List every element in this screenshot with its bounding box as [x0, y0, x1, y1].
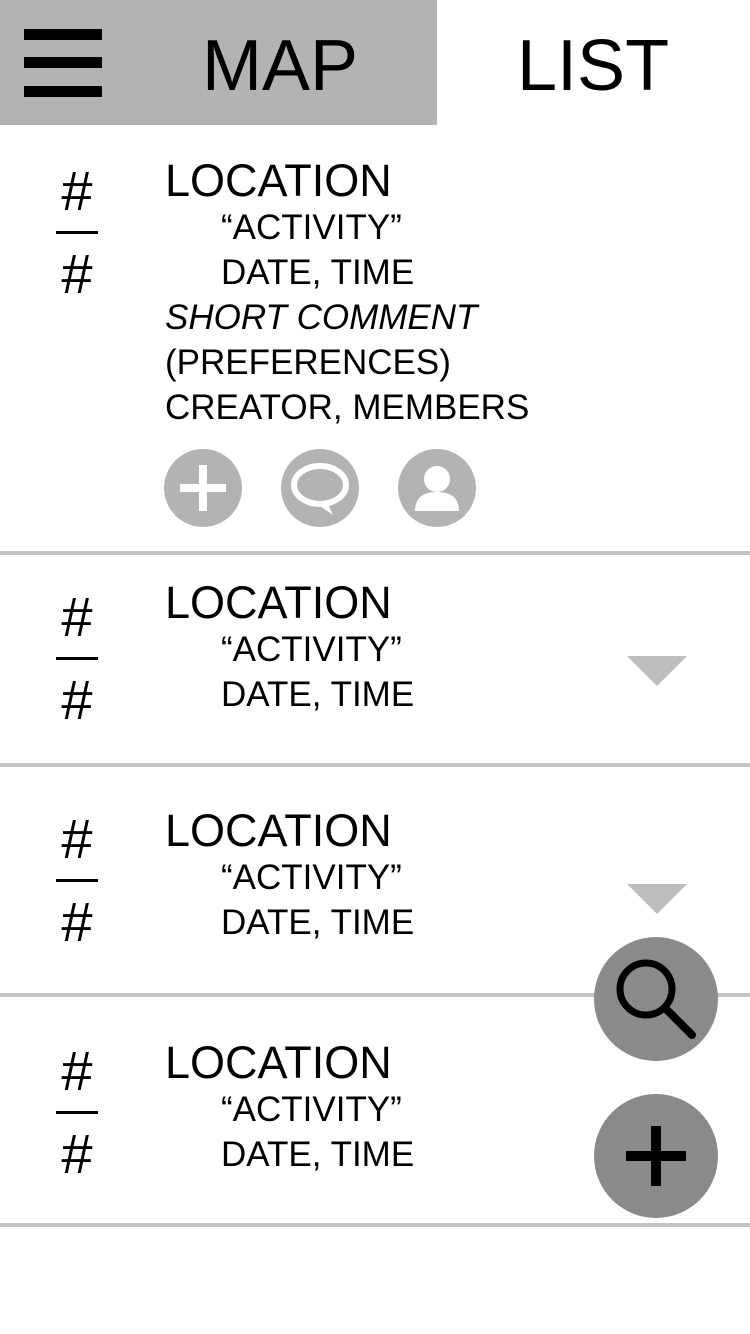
search-button[interactable]: [594, 937, 718, 1061]
tab-map-label: MAP: [202, 26, 359, 106]
comment-button[interactable]: [281, 449, 359, 527]
fraction-bar: [56, 1111, 98, 1114]
item-location: LOCATION: [165, 577, 392, 628]
item-datetime: DATE, TIME: [221, 1135, 415, 1174]
list-item[interactable]: # # LOCATION “ACTIVITY” DATE, TIME: [0, 555, 750, 763]
item-location: LOCATION: [165, 1037, 392, 1088]
add-button[interactable]: [594, 1094, 718, 1218]
profile-button[interactable]: [398, 449, 476, 527]
divider: [0, 1223, 750, 1227]
profile-icon: [415, 466, 459, 511]
fraction-bar: [56, 879, 98, 882]
fraction-numerator: #: [61, 807, 93, 870]
item-comment: SHORT COMMENT: [165, 298, 478, 337]
member-count-fraction: # #: [54, 1043, 100, 1182]
expand-chevron-icon[interactable]: [627, 656, 687, 686]
item-datetime: DATE, TIME: [221, 253, 415, 292]
item-datetime: DATE, TIME: [221, 675, 415, 714]
fraction-numerator: #: [61, 159, 93, 222]
item-location: LOCATION: [165, 805, 392, 856]
item-people: CREATOR, MEMBERS: [165, 388, 530, 427]
add-icon: [180, 465, 226, 511]
tab-list[interactable]: LIST: [437, 0, 750, 125]
list-item[interactable]: # # LOCATION “ACTIVITY” DATE, TIME SHORT…: [0, 125, 750, 553]
item-location: LOCATION: [165, 155, 392, 206]
item-preferences: (PREFERENCES): [165, 343, 451, 382]
expand-chevron-icon[interactable]: [627, 884, 687, 914]
fraction-bar: [56, 657, 98, 660]
search-icon: [616, 959, 696, 1039]
item-activity: “ACTIVITY”: [221, 208, 402, 247]
fraction-denominator: #: [61, 890, 93, 953]
item-activity: “ACTIVITY”: [221, 858, 402, 897]
item-datetime: DATE, TIME: [221, 903, 415, 942]
fraction-numerator: #: [61, 585, 93, 648]
item-activity: “ACTIVITY”: [221, 630, 402, 669]
hamburger-menu-icon[interactable]: [24, 29, 102, 97]
fraction-bar: [56, 231, 98, 234]
top-bar: MAP LIST: [0, 0, 750, 125]
fraction-denominator: #: [61, 668, 93, 731]
member-count-fraction: # #: [54, 589, 100, 728]
tab-list-label: LIST: [517, 26, 670, 106]
join-button[interactable]: [164, 449, 242, 527]
fraction-denominator: #: [61, 242, 93, 305]
fraction-numerator: #: [61, 1039, 93, 1102]
add-icon: [626, 1126, 686, 1186]
member-count-fraction: # #: [54, 163, 100, 302]
member-count-fraction: # #: [54, 811, 100, 950]
fraction-denominator: #: [61, 1122, 93, 1185]
item-activity: “ACTIVITY”: [221, 1090, 402, 1129]
tab-map[interactable]: MAP: [0, 0, 437, 125]
comment-icon: [291, 463, 349, 515]
